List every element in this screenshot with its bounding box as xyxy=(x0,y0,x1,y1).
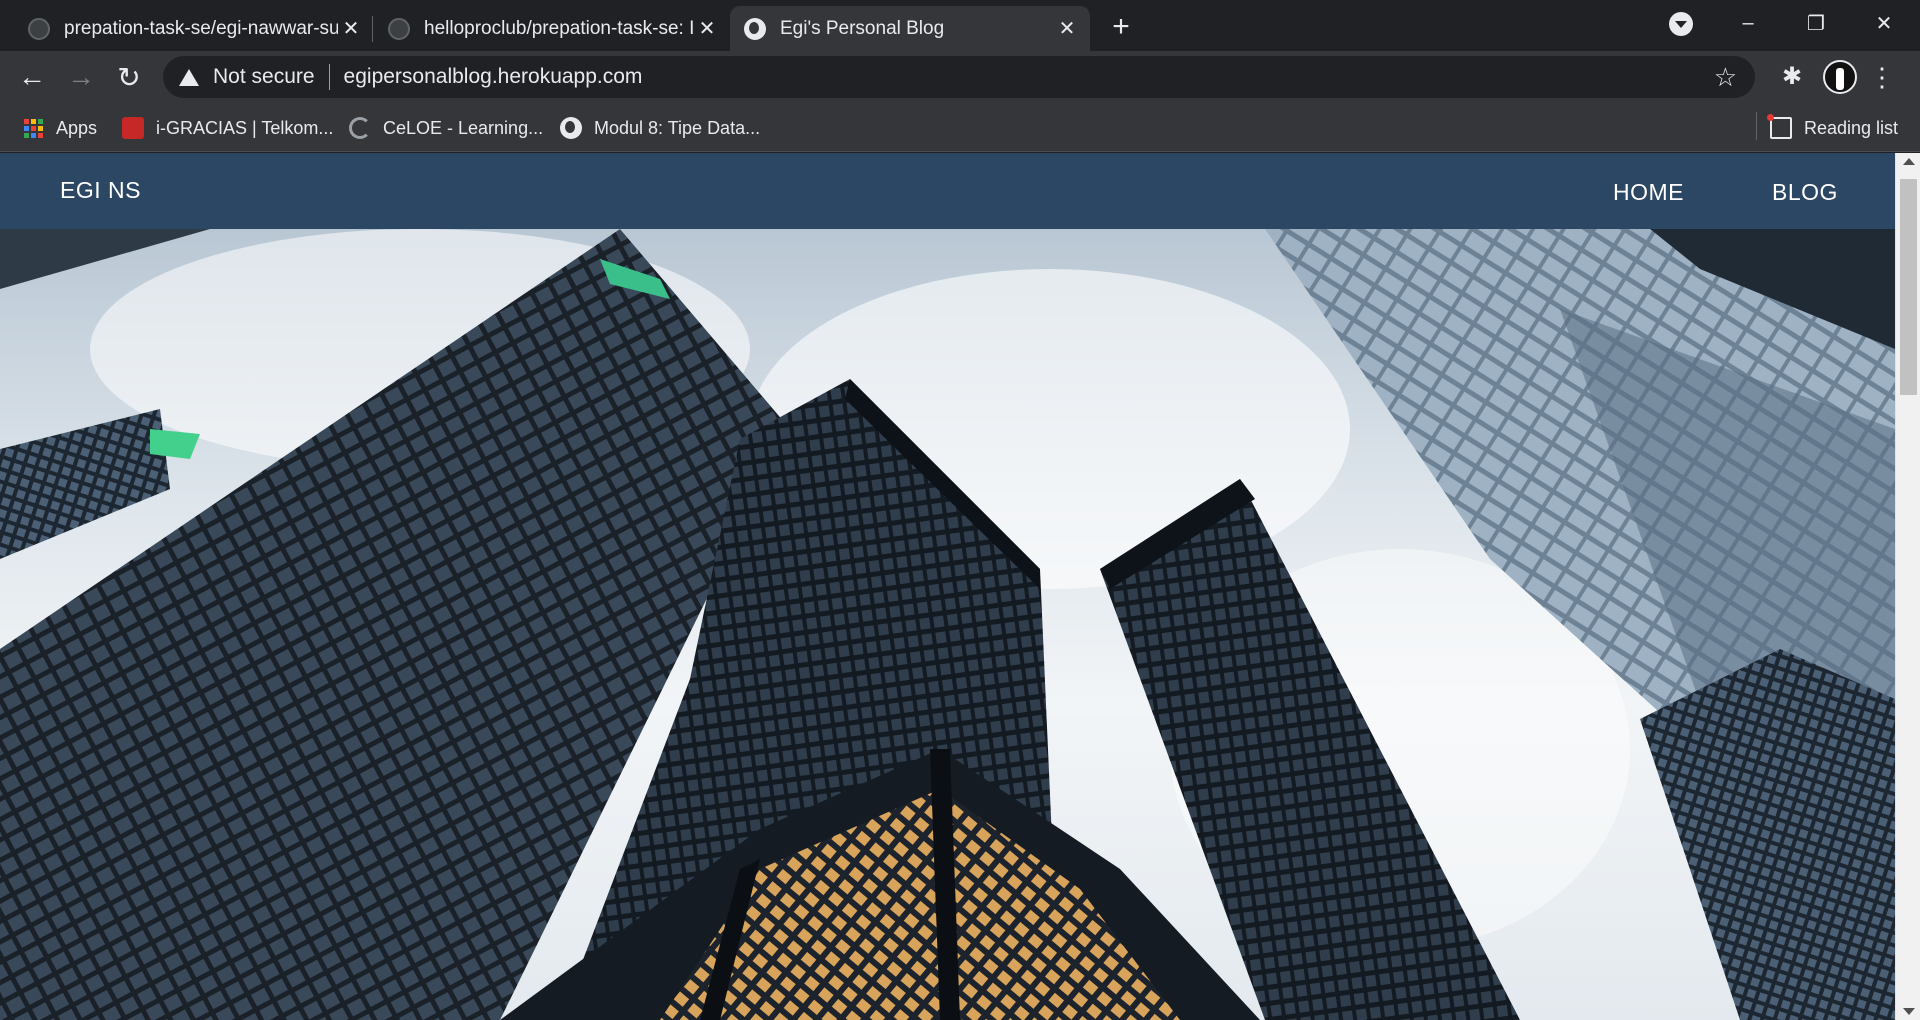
tab-title: helloproclub/prepation-task-se: I xyxy=(424,17,694,39)
tab-title: prepation-task-se/egi-nawwar-su xyxy=(64,17,338,39)
github-icon xyxy=(28,17,50,40)
bookmark-label: i-GRACIAS | Telkom... xyxy=(156,117,334,138)
site-brand-link[interactable]: EGI NS xyxy=(60,177,141,204)
site-navbar: EGI NS HOME BLOG xyxy=(0,153,1895,229)
tab-search-icon[interactable] xyxy=(1669,12,1693,36)
tab-separator xyxy=(372,16,373,42)
globe-icon xyxy=(560,117,582,139)
page-scrollbar[interactable] xyxy=(1895,153,1920,1020)
forward-button[interactable]: → xyxy=(63,59,99,95)
new-tab-button[interactable]: + xyxy=(1104,10,1138,44)
bookmarks-divider xyxy=(1756,112,1757,140)
bookmarks-bar: Apps i-GRACIAS | Telkom... CeLOE - Learn… xyxy=(0,104,1920,152)
tab-title: Egi's Personal Blog xyxy=(780,17,945,39)
page-viewport: EGI NS HOME BLOG xyxy=(0,153,1920,1020)
nav-blog-link[interactable]: BLOG xyxy=(1772,179,1838,206)
reading-list-label: Reading list xyxy=(1804,117,1899,138)
bookmark-igracias[interactable]: i-GRACIAS | Telkom... xyxy=(122,114,333,142)
scroll-down-arrow-icon[interactable] xyxy=(1903,1008,1915,1015)
bookmark-label: Apps xyxy=(56,117,98,138)
reading-list-button[interactable]: Reading list xyxy=(1767,114,1899,142)
bookmark-modul-8[interactable]: Modul 8: Tipe Data... xyxy=(560,114,760,142)
scroll-thumb[interactable] xyxy=(1900,179,1917,395)
bookmark-star-icon[interactable]: ☆ xyxy=(1714,62,1737,93)
browser-menu-icon[interactable]: ⋮ xyxy=(1869,62,1895,92)
reload-button[interactable]: ↻ xyxy=(111,59,147,95)
skyscrapers-illustration xyxy=(0,229,1895,1020)
bookmark-label: Modul 8: Tipe Data... xyxy=(594,117,761,138)
bookmark-apps[interactable]: Apps xyxy=(22,114,97,142)
celoe-icon xyxy=(349,117,371,139)
apps-grid-icon xyxy=(22,117,44,139)
github-icon xyxy=(388,17,410,40)
tab-strip: prepation-task-se/egi-nawwar-su ✕ hellop… xyxy=(0,0,1920,51)
tab-github-1[interactable]: prepation-task-se/egi-nawwar-su ✕ xyxy=(14,6,374,51)
warning-icon[interactable] xyxy=(179,68,199,86)
address-divider xyxy=(328,64,330,90)
tab-egi-blog[interactable]: Egi's Personal Blog ✕ xyxy=(730,6,1090,51)
reading-list-icon xyxy=(1767,114,1792,139)
close-icon[interactable]: ✕ xyxy=(694,16,720,42)
tab-github-2[interactable]: helloproclub/prepation-task-se: I ✕ xyxy=(374,6,730,51)
scroll-up-arrow-icon[interactable] xyxy=(1903,158,1915,165)
bookmark-label: CeLOE - Learning... xyxy=(383,117,544,138)
bookmark-celoe[interactable]: CeLOE - Learning... xyxy=(349,114,543,142)
browser-toolbar: ← → ↻ Not secure egipersonalblog.herokua… xyxy=(0,51,1920,104)
security-label[interactable]: Not secure xyxy=(213,65,315,89)
hero-image-skyscrapers xyxy=(0,229,1895,1020)
back-button[interactable]: ← xyxy=(14,59,50,95)
profile-avatar[interactable] xyxy=(1823,60,1857,94)
globe-icon xyxy=(744,17,766,40)
url-text[interactable]: egipersonalblog.herokuapp.com xyxy=(344,65,643,89)
minimize-button[interactable]: – xyxy=(1728,8,1768,38)
window-close-button[interactable]: ✕ xyxy=(1864,8,1904,38)
close-icon[interactable]: ✕ xyxy=(1054,16,1080,42)
extensions-puzzle-icon[interactable]: ✱ xyxy=(1779,63,1805,90)
restore-button[interactable]: ❐ xyxy=(1796,8,1836,38)
nav-home-link[interactable]: HOME xyxy=(1613,179,1684,206)
close-icon[interactable]: ✕ xyxy=(338,16,364,42)
address-bar[interactable]: Not secure egipersonalblog.herokuapp.com… xyxy=(163,56,1755,98)
igracias-icon xyxy=(122,117,144,139)
